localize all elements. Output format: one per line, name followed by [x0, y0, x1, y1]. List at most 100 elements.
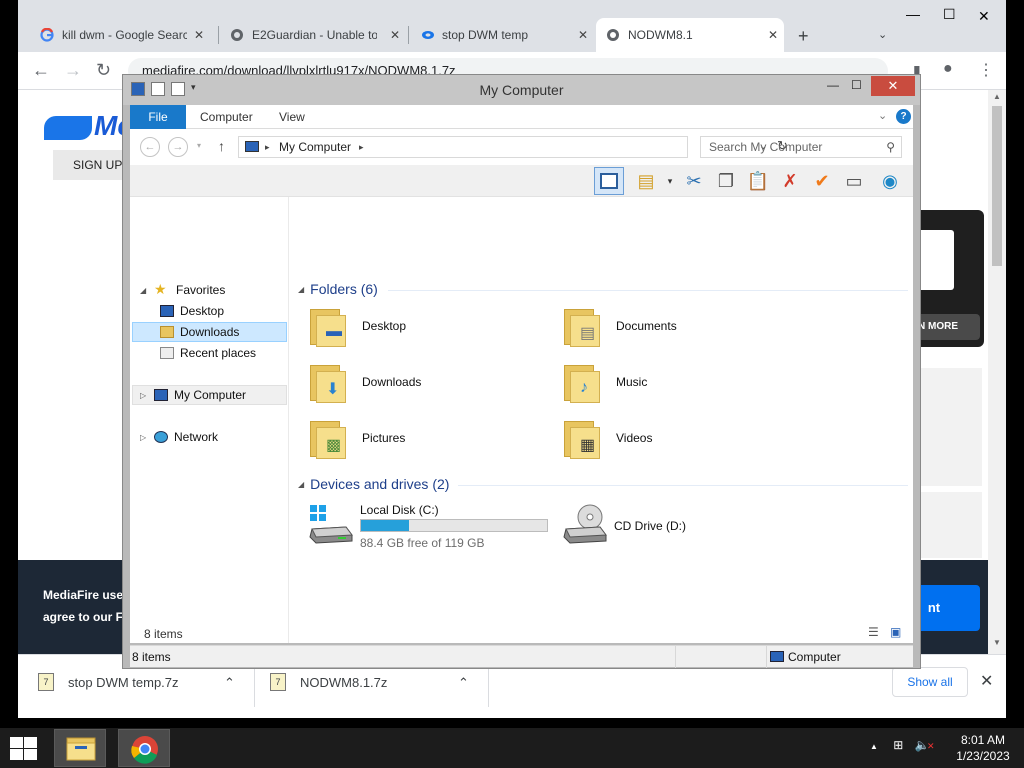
file-explorer-task-icon[interactable]: [54, 729, 106, 767]
back-arrow-icon[interactable]: ←: [140, 137, 160, 157]
drive-free-space: 88.4 GB free of 119 GB: [360, 536, 485, 550]
folder-downloads[interactable]: ⬇ Downloads: [310, 361, 421, 403]
tab-e2guardian[interactable]: E2Guardian - Unable to load ✕: [220, 18, 406, 52]
download-filename: stop DWM temp.7z: [68, 674, 179, 690]
rename-icon[interactable]: ▭: [842, 169, 866, 193]
reload-icon[interactable]: ↻: [96, 60, 111, 81]
tab-nodwm-active[interactable]: NODWM8.1 ✕: [596, 18, 784, 52]
tab-separator: [218, 26, 219, 44]
paste-icon[interactable]: 📋: [746, 169, 770, 193]
star-icon: ★: [154, 281, 167, 297]
back-arrow-icon[interactable]: ←: [32, 60, 50, 81]
ribbon-tab-view[interactable]: View: [279, 110, 305, 124]
group-header-folders[interactable]: ◢ Folders (6): [298, 281, 378, 297]
breadcrumb-my-computer[interactable]: My Computer: [279, 137, 351, 157]
tree-item-my-computer[interactable]: ▷ My Computer: [140, 385, 246, 405]
search-icon[interactable]: ⚲: [886, 137, 895, 157]
collapse-arrow-icon[interactable]: ◢: [298, 480, 304, 489]
status-bar: 8 items Computer: [130, 645, 913, 668]
mediafire-logo[interactable]: Me: [44, 110, 133, 142]
close-icon[interactable]: ✕: [980, 671, 993, 691]
tree-item-downloads[interactable]: Downloads: [160, 322, 239, 342]
network-icon[interactable]: ⊞: [893, 738, 903, 752]
chrome-task-icon[interactable]: [118, 729, 170, 767]
search-input[interactable]: Search My Computer ⚲: [700, 136, 902, 158]
item-count: 8 items: [144, 627, 183, 641]
delete-icon[interactable]: ✗: [778, 169, 802, 193]
up-arrow-icon[interactable]: ↑: [218, 138, 225, 154]
breadcrumb-arrow-icon[interactable]: ▸: [265, 137, 270, 157]
checkmark-icon[interactable]: ✔: [810, 169, 834, 193]
tree-item-desktop[interactable]: Desktop: [160, 301, 224, 321]
copy-icon[interactable]: ❐: [714, 169, 738, 193]
collapse-arrow-icon[interactable]: ◢: [298, 285, 304, 294]
address-field[interactable]: ▸ My Computer ▸ ⌄ ↻: [238, 136, 788, 158]
close-icon[interactable]: ✕: [978, 8, 990, 25]
expand-arrow-icon[interactable]: ▷: [140, 391, 150, 400]
group-header-devices[interactable]: ◢ Devices and drives (2): [298, 476, 449, 492]
breadcrumb-arrow-icon[interactable]: ▸: [359, 137, 364, 157]
show-hidden-icons-icon[interactable]: ▲: [870, 742, 878, 751]
tab-close-icon[interactable]: ✕: [390, 28, 400, 42]
recent-places-icon: [160, 347, 174, 359]
ribbon-tab-computer[interactable]: Computer: [200, 110, 253, 124]
drive-cd[interactable]: CD Drive (D:): [562, 503, 742, 553]
minimize-icon[interactable]: —: [906, 6, 920, 22]
properties-folder-icon[interactable]: ▤: [634, 169, 658, 193]
tree-item-recent[interactable]: Recent places: [160, 343, 256, 363]
tree-item-network[interactable]: ▷ Network: [140, 427, 218, 447]
tree-item-favorites[interactable]: ◢ ★ Favorites: [140, 280, 225, 300]
profile-icon[interactable]: ●: [943, 60, 953, 78]
drive-local-disk[interactable]: Local Disk (C:) 88.4 GB free of 119 GB: [308, 503, 558, 553]
page-scrollbar[interactable]: ▲ ▼: [988, 90, 1006, 654]
expand-arrow-icon[interactable]: ▷: [140, 433, 150, 442]
folder-pictures[interactable]: ▩ Pictures: [310, 417, 405, 459]
tab-title: E2Guardian - Unable to load: [252, 28, 377, 42]
chevron-up-icon[interactable]: ⌃: [224, 675, 235, 691]
new-tab-icon[interactable]: +: [798, 26, 809, 47]
tab-kill-dwm[interactable]: kill dwm - Google Search ✕: [30, 18, 210, 52]
maximize-icon[interactable]: ☐: [943, 6, 956, 23]
scroll-down-icon[interactable]: ▼: [993, 638, 1001, 647]
close-button[interactable]: ✕: [871, 76, 915, 96]
tab-stop-dwm-temp[interactable]: stop DWM temp ✕: [410, 18, 594, 52]
scroll-up-icon[interactable]: ▲: [993, 92, 1001, 101]
maximize-icon[interactable]: ☐: [851, 78, 862, 92]
recent-locations-chevron-icon[interactable]: ▾: [197, 141, 201, 150]
tab-close-icon[interactable]: ✕: [194, 28, 204, 42]
cut-icon[interactable]: ✂: [682, 169, 706, 193]
folder-videos[interactable]: ▦ Videos: [564, 417, 652, 459]
ribbon-tab-file[interactable]: File: [130, 105, 186, 129]
folder-music[interactable]: ♪ Music: [564, 361, 647, 403]
dropdown-chevron-icon[interactable]: ▾: [658, 169, 682, 193]
clock[interactable]: 8:01 AM 1/23/2023: [952, 732, 1014, 764]
minimize-icon[interactable]: —: [827, 78, 839, 92]
show-all-button[interactable]: Show all: [892, 667, 968, 697]
preview-pane-icon[interactable]: [594, 167, 624, 195]
expand-ribbon-icon[interactable]: ⌄: [878, 109, 887, 122]
explorer-titlebar[interactable]: ▾ My Computer — ☐ ✕: [123, 75, 920, 105]
collapse-arrow-icon[interactable]: ◢: [140, 286, 150, 295]
help-icon[interactable]: ?: [896, 109, 911, 124]
scrollbar-thumb[interactable]: [992, 106, 1002, 266]
network-icon: [154, 431, 168, 443]
forward-arrow-icon[interactable]: →: [168, 137, 188, 157]
desktop-icon: [160, 305, 174, 317]
folder-desktop[interactable]: ▬ Desktop: [310, 305, 406, 347]
tab-close-icon[interactable]: ✕: [768, 28, 778, 42]
details-view-icon[interactable]: ☰: [868, 625, 879, 639]
large-icons-view-icon[interactable]: ▣: [890, 625, 901, 639]
folder-documents[interactable]: ▤ Documents: [564, 305, 677, 347]
chevron-up-icon[interactable]: ⌃: [458, 675, 469, 691]
tab-close-icon[interactable]: ✕: [578, 28, 588, 42]
menu-kebab-icon[interactable]: ⋮: [978, 60, 994, 80]
group-divider: [388, 290, 908, 291]
forward-arrow-icon[interactable]: →: [64, 60, 82, 81]
clock-time: 8:01 AM: [960, 733, 1006, 747]
search-placeholder: Search My Computer: [709, 140, 823, 154]
globe-icon[interactable]: ◉: [878, 169, 902, 193]
desktop-folder-icon: ▬: [310, 305, 348, 347]
group-divider: [458, 485, 908, 486]
windows-start-icon[interactable]: [8, 736, 38, 760]
tab-search-chevron-icon[interactable]: ⌄: [878, 28, 887, 41]
